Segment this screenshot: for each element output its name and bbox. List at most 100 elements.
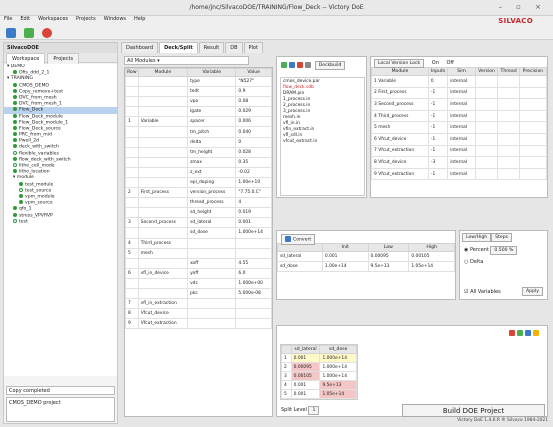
lock-on-option[interactable]: On [432, 60, 439, 66]
table-row[interactable]: tm_pitch 0.040 [125, 126, 272, 138]
table-cell[interactable]: 0.00105 [408, 250, 455, 263]
table-cell[interactable]: 1.05e+14 [319, 389, 357, 399]
add-row-icon[interactable] [517, 330, 523, 336]
table-row[interactable]: 4 Third_process [125, 237, 272, 249]
column-header[interactable]: Variable [187, 68, 237, 77]
table-row[interactable]: 6 vfl_in_device yoff 6.0 [125, 267, 272, 279]
table-cell[interactable]: 0.00095 [367, 250, 410, 263]
tab-steps[interactable]: Steps [491, 233, 513, 242]
table-row[interactable]: 5 mesh -1 internal [371, 121, 548, 134]
table-row[interactable]: 7 Vfcut_extraction -1 internal [371, 144, 548, 158]
table-row[interactable]: tedt 0.9 [125, 86, 272, 98]
table-row[interactable]: 1 0.001 1.000e+14 [281, 353, 357, 363]
table-cell[interactable]: 0.00105 [290, 371, 321, 381]
table-cell[interactable]: 0.001 [290, 389, 321, 399]
table-cell[interactable]: 1.000e+14 [319, 371, 357, 381]
table-row[interactable]: 9 Vfcut_extraction [125, 318, 272, 330]
menu-projects[interactable]: Projects [76, 16, 96, 22]
table-row[interactable]: sd_dose 1.000e+14 [125, 227, 272, 239]
menu-edit[interactable]: Edit [20, 16, 30, 22]
column-header[interactable]: Value [235, 68, 272, 77]
table-row[interactable]: 8 Vfcut_device [125, 308, 272, 320]
table-row[interactable]: sd_dose 1.00e+14 9.5e+13 1.05e+14 [277, 261, 455, 273]
all-variables-checkbox[interactable]: ☑ [464, 289, 468, 295]
tab-projects[interactable]: Projects [47, 53, 80, 64]
tab-result[interactable]: Result [198, 42, 225, 53]
table-row[interactable]: xoff 4.55 [125, 257, 272, 269]
table-row[interactable]: 7 vfl_in_extraction [125, 298, 272, 310]
apply-button[interactable]: Apply [522, 287, 543, 296]
remove-row-icon[interactable] [509, 330, 515, 336]
lock-off-option[interactable]: Off [447, 60, 454, 66]
table-row[interactable]: 6 Vfcut_device -1 internal [371, 132, 548, 146]
tree-item[interactable]: test [4, 218, 117, 225]
column-header[interactable]: Thread [497, 67, 520, 76]
column-header[interactable]: Sim [447, 67, 476, 76]
table-row[interactable]: thread_process 4 [125, 197, 272, 209]
table-row[interactable]: 4 Third_process -1 internal [371, 109, 548, 123]
tab-dashboard[interactable]: Dashboard [121, 42, 159, 53]
table-row[interactable]: 8 Vfcut_device -3 internal [371, 156, 548, 169]
tab-db[interactable]: DB [225, 42, 243, 53]
module-filter-select[interactable]: All Modules ▾ [124, 56, 249, 65]
table-cell[interactable]: 1.00e+14 [321, 261, 369, 273]
table-row[interactable]: pkc 5.000e-08 [125, 287, 272, 300]
table-row[interactable]: 1 Variable 0 internal [371, 75, 548, 88]
deckbuild-button[interactable]: Deckbuild [314, 61, 346, 70]
percent-input[interactable]: 0.500 % [490, 246, 518, 255]
column-header[interactable]: Inputs [427, 67, 449, 76]
table-cell[interactable]: 9.5e+13 [319, 380, 357, 390]
tab-low-high[interactable]: Low/High [462, 233, 492, 242]
table-row[interactable]: delta 0 [125, 136, 272, 148]
window-controls[interactable]: – ▫ × [498, 3, 547, 11]
table-row[interactable]: 3 Second_process -1 internal [371, 98, 548, 111]
table-row[interactable]: 5 mesh [125, 247, 272, 259]
menu-help[interactable]: Help [134, 16, 145, 22]
table-row[interactable]: tm_height 0.028 [125, 146, 272, 158]
table-row[interactable]: 1 Variable spacer 0.006 [125, 116, 272, 128]
table-row[interactable]: lgate 0.029 [125, 106, 272, 118]
table-cell[interactable]: 1.000e+14 [319, 362, 357, 372]
table-row[interactable]: 2 First_process -1 internal [371, 86, 548, 100]
stop-icon[interactable] [42, 28, 52, 38]
table-cell[interactable]: 0.001 [290, 353, 321, 363]
table-row[interactable]: z_ext -0.02 [125, 166, 272, 178]
tab-plot[interactable]: Plot [243, 42, 263, 53]
table-cell[interactable]: 0.00095 [290, 362, 321, 372]
table-row[interactable]: sd_lateral 0.001 0.00095 0.00105 [277, 250, 455, 263]
table-row[interactable]: vpo 0.08 [125, 96, 272, 108]
convert-button[interactable]: Convert [281, 234, 316, 245]
table-row[interactable]: 9 Vfcut_extraction -1 internal [371, 167, 548, 181]
column-header[interactable]: Precision [518, 67, 548, 76]
table-cell[interactable]: 0.001 [321, 250, 369, 263]
table-cell[interactable]: 9.5e+13 [367, 261, 410, 273]
column-header[interactable]: Module [137, 68, 189, 77]
local-version-lock-button[interactable]: Local Version Lock [374, 59, 425, 68]
column-header[interactable]: Row [125, 68, 139, 77]
menu-windows[interactable]: Windows [104, 16, 126, 22]
table-cell[interactable]: 1.000e+14 [319, 353, 357, 363]
table-row[interactable]: sd_height 0.019 [125, 207, 272, 219]
remove-file-icon[interactable] [297, 61, 303, 68]
split-level-spinner[interactable]: 1 [308, 406, 320, 415]
add-icon[interactable] [24, 28, 34, 38]
table-row[interactable]: 2 0.00095 1.000e+14 [281, 362, 357, 372]
menu-workspaces[interactable]: Workspaces [38, 16, 68, 22]
edit-icon[interactable] [525, 330, 531, 336]
table-row[interactable]: epi_doping 1.00e+10 [125, 176, 272, 189]
percent-radio[interactable]: ◉ [464, 247, 468, 253]
table-cell[interactable]: 1.05e+14 [408, 261, 455, 273]
table-cell[interactable]: 0.001 [290, 380, 321, 390]
table-row[interactable]: 3 0.00105 1.000e+14 [281, 371, 357, 381]
table-row[interactable]: zmax 0.35 [125, 156, 272, 168]
settings-icon[interactable] [305, 61, 311, 68]
add-file-icon[interactable] [281, 61, 287, 68]
column-header[interactable]: Module [371, 67, 429, 76]
menu-file[interactable]: File [4, 16, 12, 22]
table-row[interactable]: 2 First_process version_process "7.75.0.C" [125, 187, 272, 199]
file-item[interactable]: vfcut_extract.in [283, 139, 362, 145]
column-header[interactable]: Version [474, 67, 499, 76]
delta-radio[interactable]: ○ [464, 259, 468, 265]
save-icon[interactable] [6, 28, 16, 38]
export-icon[interactable] [533, 330, 539, 336]
